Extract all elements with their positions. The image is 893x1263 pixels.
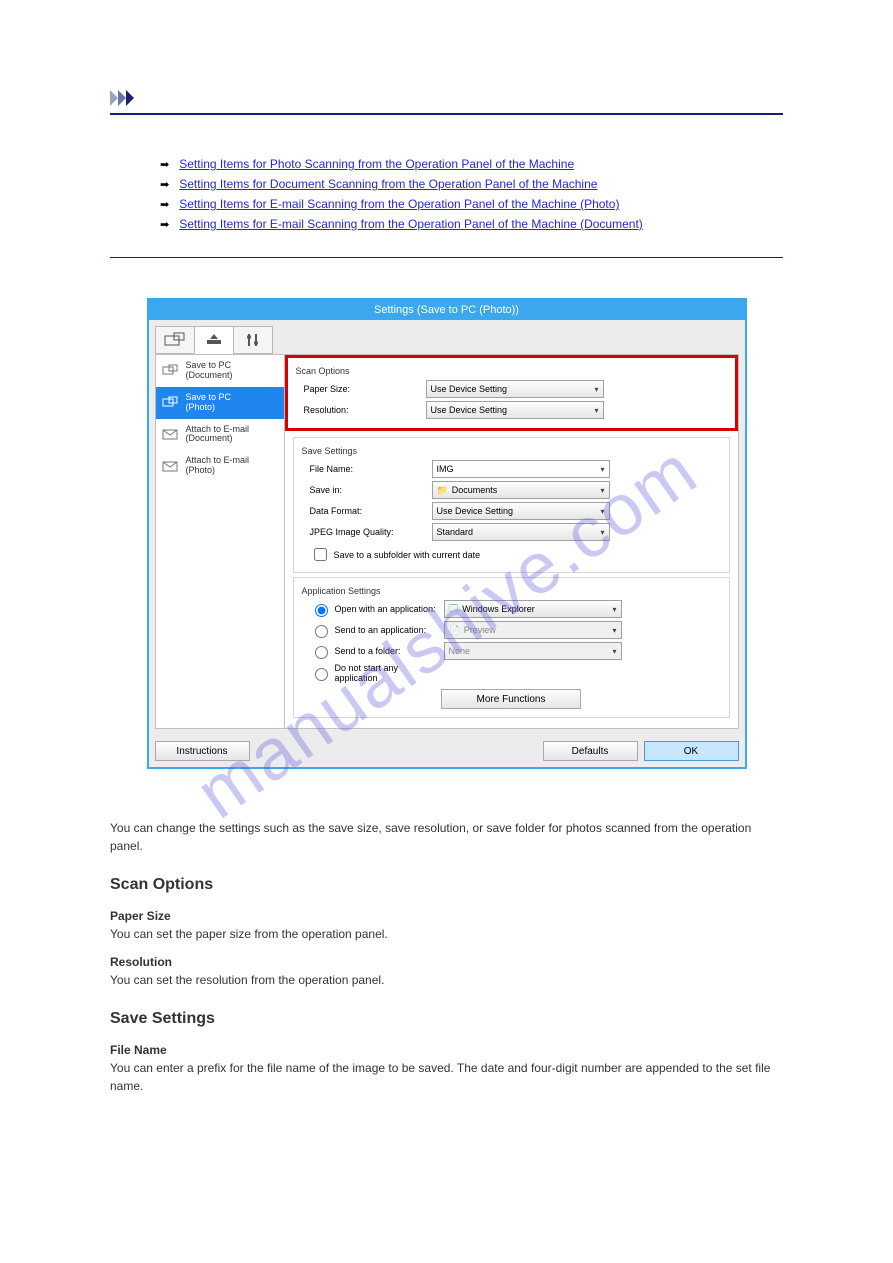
open-with-app-select[interactable]: 🗔Windows Explorer▾ — [444, 600, 622, 618]
file-name-input[interactable]: IMG▾ — [432, 460, 610, 478]
description-text: You can change the settings such as the … — [110, 819, 783, 1095]
preview-icon: 📄 — [449, 625, 460, 636]
main-panel: Scan Options Paper Size: Use Device Sett… — [285, 354, 739, 729]
tab-scan-from-panel[interactable] — [194, 326, 234, 354]
tab-general[interactable] — [233, 326, 273, 354]
sidebar-item-save-pc-photo[interactable]: Save to PC(Photo) — [156, 387, 284, 419]
scan-options-highlight: Scan Options Paper Size: Use Device Sett… — [285, 355, 738, 431]
file-name-label: File Name: — [302, 464, 432, 474]
settings-dialog: Settings (Save to PC (Photo)) Save to PC… — [147, 298, 747, 769]
ok-button[interactable]: OK — [644, 741, 739, 761]
link-4[interactable]: Setting Items for E-mail Scanning from t… — [179, 217, 643, 231]
sidebar-item-email-photo[interactable]: Attach to E-mail(Photo) — [156, 450, 284, 482]
radio-do-not-start[interactable]: Do not start any application — [302, 663, 444, 683]
application-settings-heading: Application Settings — [302, 586, 721, 596]
dialog-footer: Instructions Defaults OK — [149, 735, 745, 767]
resolution-select[interactable]: Use Device Setting▾ — [426, 401, 604, 419]
jpeg-quality-select[interactable]: Standard▾ — [432, 523, 610, 541]
dialog-title: Settings (Save to PC (Photo)) — [149, 300, 745, 320]
save-settings-heading: Save Settings — [302, 446, 721, 456]
data-format-label: Data Format: — [302, 506, 432, 516]
jpeg-quality-label: JPEG Image Quality: — [302, 527, 432, 537]
folder-icon: 📁 — [437, 485, 448, 496]
arrow-icon: ➡ — [160, 198, 169, 211]
defaults-button[interactable]: Defaults — [543, 741, 638, 761]
chevron-down-icon: ▾ — [600, 465, 604, 474]
link-3[interactable]: Setting Items for E-mail Scanning from t… — [179, 197, 619, 211]
arrow-icon: ➡ — [160, 178, 169, 191]
chevrons-icon — [110, 90, 783, 109]
instructions-button[interactable]: Instructions — [155, 741, 250, 761]
more-functions-button[interactable]: More Functions — [441, 689, 581, 709]
radio-open-with-app[interactable]: Open with an application: — [302, 601, 444, 617]
chevron-down-icon: ▾ — [600, 528, 604, 537]
send-to-folder-select[interactable]: None▾ — [444, 642, 622, 660]
save-in-select[interactable]: 📁Documents▾ — [432, 481, 610, 499]
application-settings-group: Application Settings Open with an applic… — [293, 577, 730, 718]
radio-send-to-folder[interactable]: Send to a folder: — [302, 643, 444, 659]
links-box: ➡ Setting Items for Photo Scanning from … — [110, 121, 783, 258]
data-format-select[interactable]: Use Device Setting▾ — [432, 502, 610, 520]
checkbox-icon[interactable] — [314, 548, 327, 561]
save-in-label: Save in: — [302, 485, 432, 495]
chevron-down-icon: ▾ — [594, 406, 598, 415]
sidebar: Save to PC(Document) Save to PC(Photo) A… — [155, 354, 285, 729]
chevron-down-icon: ▾ — [600, 486, 604, 495]
paper-size-label: Paper Size: — [296, 384, 426, 394]
save-subfolder-checkbox[interactable]: Save to a subfolder with current date — [302, 545, 721, 564]
tab-bar — [149, 320, 745, 354]
send-to-app-select[interactable]: 📄Preview▾ — [444, 621, 622, 639]
chevron-down-icon: ▾ — [600, 507, 604, 516]
tab-scan-from-pc[interactable] — [155, 326, 195, 354]
paper-size-select[interactable]: Use Device Setting▾ — [426, 380, 604, 398]
chevron-down-icon: ▾ — [594, 385, 598, 394]
chevron-down-icon: ▾ — [612, 647, 616, 656]
radio-send-to-app[interactable]: Send to an application: — [302, 622, 444, 638]
resolution-label: Resolution: — [296, 405, 426, 415]
divider — [110, 113, 783, 115]
sidebar-item-save-pc-document[interactable]: Save to PC(Document) — [156, 355, 284, 387]
arrow-icon: ➡ — [160, 158, 169, 171]
arrow-icon: ➡ — [160, 218, 169, 231]
link-1[interactable]: Setting Items for Photo Scanning from th… — [179, 157, 574, 171]
save-settings-group: Save Settings File Name: IMG▾ Save in: 📁… — [293, 437, 730, 573]
scan-options-heading: Scan Options — [296, 366, 727, 376]
explorer-icon: 🗔 — [449, 601, 459, 617]
link-2[interactable]: Setting Items for Document Scanning from… — [179, 177, 597, 191]
sidebar-item-email-document[interactable]: Attach to E-mail(Document) — [156, 419, 284, 451]
chevron-down-icon: ▾ — [612, 605, 616, 614]
chevron-down-icon: ▾ — [612, 626, 616, 635]
